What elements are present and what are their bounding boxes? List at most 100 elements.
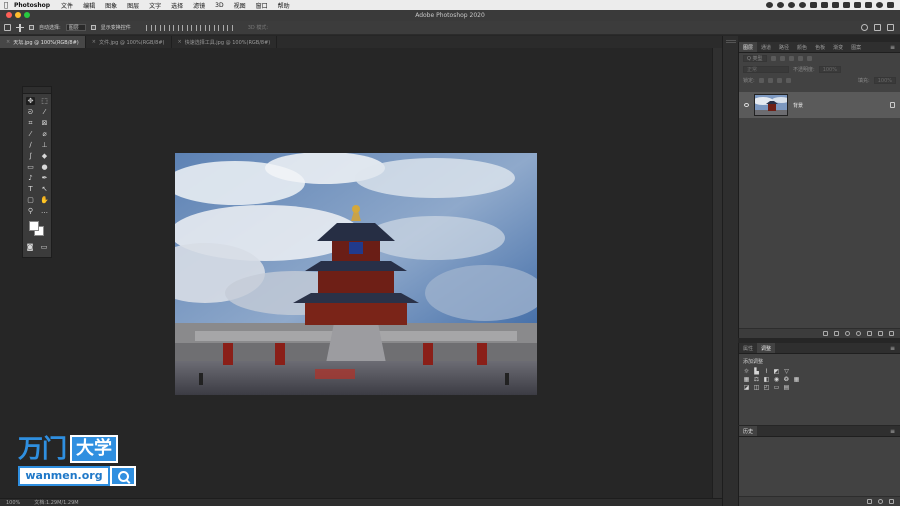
zoom-level[interactable]: 100% — [6, 500, 20, 506]
hand-tool-icon[interactable]: ✋ — [40, 196, 49, 204]
dodge-tool-icon[interactable]: ♪ — [26, 174, 35, 182]
control-center-icon[interactable] — [865, 2, 872, 8]
tab-paths[interactable]: 路径 — [775, 42, 793, 52]
photo-filter-icon[interactable]: ◉ — [773, 377, 780, 383]
delete-state-icon[interactable] — [889, 499, 894, 504]
type-tool-icon[interactable]: T — [26, 185, 35, 193]
home-icon[interactable] — [4, 24, 11, 31]
panel-menu-icon[interactable]: ≡ — [890, 426, 900, 436]
panel-menu-icon[interactable]: ≡ — [890, 42, 900, 52]
visibility-eye-icon[interactable] — [744, 103, 749, 107]
menu-image[interactable]: 图象 — [100, 1, 122, 10]
link-layers-icon[interactable] — [823, 331, 828, 336]
tab-properties[interactable]: 属性 — [739, 343, 757, 353]
menu-select[interactable]: 选择 — [166, 1, 188, 10]
color-lookup-icon[interactable]: ▦ — [793, 377, 800, 383]
status-app-icon[interactable] — [832, 2, 839, 8]
channel-mixer-icon[interactable]: ❂ — [783, 377, 790, 383]
auto-select-dropdown[interactable]: 图层 — [65, 24, 86, 31]
close-tab-icon[interactable]: × — [6, 39, 10, 45]
frame-tool-icon[interactable]: ⊠ — [40, 119, 49, 127]
toolbox-grip[interactable] — [23, 87, 51, 94]
menu-layer[interactable]: 图层 — [122, 1, 144, 10]
menu-window[interactable]: 窗口 — [251, 1, 273, 10]
menu-help[interactable]: 帮助 — [273, 1, 295, 10]
exposure-icon[interactable]: ◩ — [773, 369, 780, 375]
tab-patterns[interactable]: 图案 — [847, 42, 865, 52]
filter-shape-icon[interactable] — [797, 56, 803, 61]
pen-tool-icon[interactable]: ✒ — [40, 174, 49, 182]
distribute-icon[interactable] — [199, 24, 206, 31]
menu-3d[interactable]: 3D — [210, 2, 228, 9]
blur-tool-icon[interactable]: ● — [40, 163, 49, 171]
align-icon[interactable] — [154, 24, 161, 31]
auto-select-checkbox[interactable] — [29, 25, 34, 30]
lock-all-icon[interactable] — [785, 78, 791, 83]
levels-icon[interactable]: ▙ — [753, 369, 760, 375]
lasso-tool-icon[interactable]: ᘐ — [26, 108, 35, 116]
wifi-icon[interactable] — [843, 2, 850, 8]
status-app-icon[interactable] — [788, 2, 795, 8]
tab-adjustments[interactable]: 调整 — [757, 343, 776, 353]
curves-icon[interactable]: ⌇ — [763, 369, 770, 375]
distribute-icon[interactable] — [217, 24, 224, 31]
tab-file[interactable]: × 文件.jpg @ 100%(RGB/8#) — [86, 36, 172, 48]
crop-tool-icon[interactable]: ⌗ — [26, 119, 35, 127]
invert-icon[interactable]: ◪ — [743, 385, 750, 391]
brush-tool-icon[interactable]: ∕ — [26, 141, 35, 149]
opacity-field[interactable]: 100% — [818, 66, 841, 73]
search-icon[interactable] — [861, 24, 868, 31]
adjustment-layer-icon[interactable] — [856, 331, 861, 336]
filter-pixel-icon[interactable] — [770, 56, 776, 61]
group-icon[interactable] — [867, 331, 872, 336]
threshold-icon[interactable]: ◰ — [763, 385, 770, 391]
status-app-icon[interactable] — [810, 2, 817, 8]
stamp-tool-icon[interactable]: ⊥ — [40, 141, 49, 149]
battery-icon[interactable] — [854, 2, 861, 8]
hue-saturation-icon[interactable]: ▦ — [743, 377, 750, 383]
show-transform-checkbox[interactable] — [90, 25, 96, 30]
new-layer-icon[interactable] — [878, 331, 883, 336]
lock-pixels-icon[interactable] — [758, 78, 764, 83]
path-select-icon[interactable]: ↖ — [40, 185, 49, 193]
status-app-icon[interactable] — [799, 2, 806, 8]
menu-filter[interactable]: 滤镜 — [188, 1, 210, 10]
layer-style-icon[interactable] — [834, 331, 839, 336]
tab-color[interactable]: 颜色 — [793, 42, 811, 52]
panel-menu-icon[interactable]: ≡ — [890, 343, 900, 353]
spotlight-icon[interactable] — [876, 2, 883, 8]
screen-mode-icon[interactable]: ▭ — [40, 243, 49, 251]
notification-icon[interactable] — [887, 2, 894, 8]
delete-layer-icon[interactable] — [889, 331, 894, 336]
posterize-icon[interactable]: ◫ — [753, 385, 760, 391]
move-tool-icon[interactable]: ✥ — [26, 97, 35, 105]
move-tool-icon[interactable] — [16, 23, 24, 32]
foreground-color[interactable] — [29, 221, 39, 231]
tab-gradients[interactable]: 渐变 — [829, 42, 847, 52]
share-icon[interactable] — [887, 24, 894, 31]
zoom-tool-icon[interactable]: ⚲ — [26, 207, 35, 215]
marquee-tool-icon[interactable]: ⬚ — [40, 97, 49, 105]
quick-select-tool-icon[interactable]: ⁄ — [40, 108, 49, 116]
status-app-icon[interactable] — [777, 2, 784, 8]
menu-file[interactable]: 文件 — [56, 1, 78, 10]
menu-app-name[interactable]: Photoshop — [12, 2, 56, 9]
brightness-icon[interactable]: ☼ — [743, 369, 750, 375]
menu-type[interactable]: 文字 — [144, 1, 166, 10]
snapshot-icon[interactable] — [878, 499, 883, 504]
lock-paint-icon[interactable] — [767, 78, 773, 83]
align-icon[interactable] — [145, 24, 152, 31]
layer-row-background[interactable]: 背景 — [739, 92, 900, 118]
filter-smart-icon[interactable] — [806, 56, 812, 61]
layer-name[interactable]: 背景 — [793, 102, 803, 109]
healing-brush-icon[interactable]: ⌀ — [40, 130, 49, 138]
color-balance-icon[interactable]: ⚖ — [753, 377, 760, 383]
status-app-icon[interactable] — [821, 2, 828, 8]
tab-tiantan[interactable]: × 天坛.jpg @ 100%(RGB/8#) — [0, 36, 86, 48]
history-brush-icon[interactable]: ∫ — [26, 152, 35, 160]
layer-mask-icon[interactable] — [845, 331, 850, 336]
document-image[interactable] — [175, 153, 537, 395]
filter-type-icon[interactable] — [788, 56, 794, 61]
black-white-icon[interactable]: ◧ — [763, 377, 770, 383]
fill-field[interactable]: 100% — [873, 77, 896, 84]
